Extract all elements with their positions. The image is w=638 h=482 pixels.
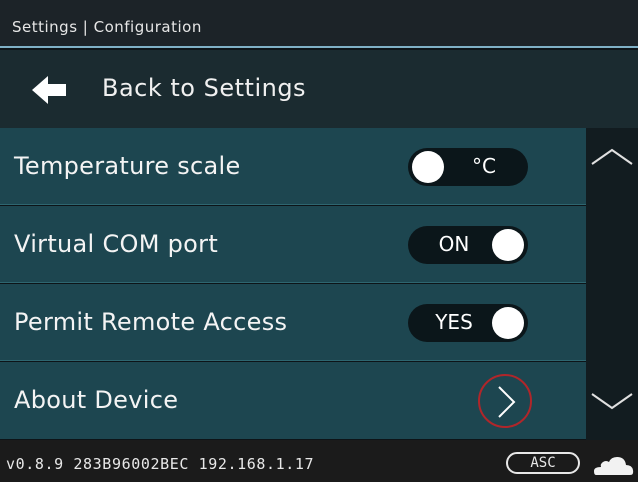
temperature-scale-toggle[interactable]: °C — [408, 148, 528, 186]
asc-badge: ASC — [506, 452, 580, 474]
setting-label: Temperature scale — [14, 152, 241, 180]
screen: Settings | Configuration Back to Setting… — [0, 0, 638, 482]
toggle-knob — [412, 151, 444, 183]
settings-list: Temperature scale °C Virtual COM port ON… — [0, 128, 586, 440]
status-bar: v0.8.9 283B96002BEC 192.168.1.17 ASC — [0, 440, 638, 482]
chevron-up-icon[interactable] — [590, 146, 634, 168]
setting-about-device[interactable]: About Device — [0, 362, 586, 439]
toggle-value: ON — [438, 232, 470, 256]
arrow-left-icon — [32, 76, 66, 104]
setting-label: Virtual COM port — [14, 230, 219, 258]
setting-label: Permit Remote Access — [14, 308, 288, 336]
setting-permit-remote-access: Permit Remote Access YES — [0, 284, 586, 361]
chevron-down-icon[interactable] — [590, 390, 634, 412]
back-label: Back to Settings — [102, 74, 307, 102]
virtual-com-port-toggle[interactable]: ON — [408, 226, 528, 264]
toggle-value: °C — [472, 154, 496, 178]
chevron-right-icon — [498, 386, 516, 418]
toggle-knob — [492, 229, 524, 261]
scrollbar[interactable] — [586, 128, 638, 440]
setting-label: About Device — [14, 386, 179, 414]
toggle-knob — [492, 307, 524, 339]
title-bar: Settings | Configuration — [0, 0, 638, 48]
about-device-button[interactable] — [478, 374, 532, 428]
setting-virtual-com-port: Virtual COM port ON — [0, 206, 586, 283]
back-button[interactable]: Back to Settings — [0, 50, 638, 128]
device-info: v0.8.9 283B96002BEC 192.168.1.17 — [6, 455, 315, 473]
setting-temperature-scale: Temperature scale °C — [0, 128, 586, 205]
permit-remote-access-toggle[interactable]: YES — [408, 304, 528, 342]
toggle-value: YES — [435, 310, 473, 334]
cloud-icon — [594, 457, 634, 475]
page-title: Settings | Configuration — [12, 18, 202, 36]
